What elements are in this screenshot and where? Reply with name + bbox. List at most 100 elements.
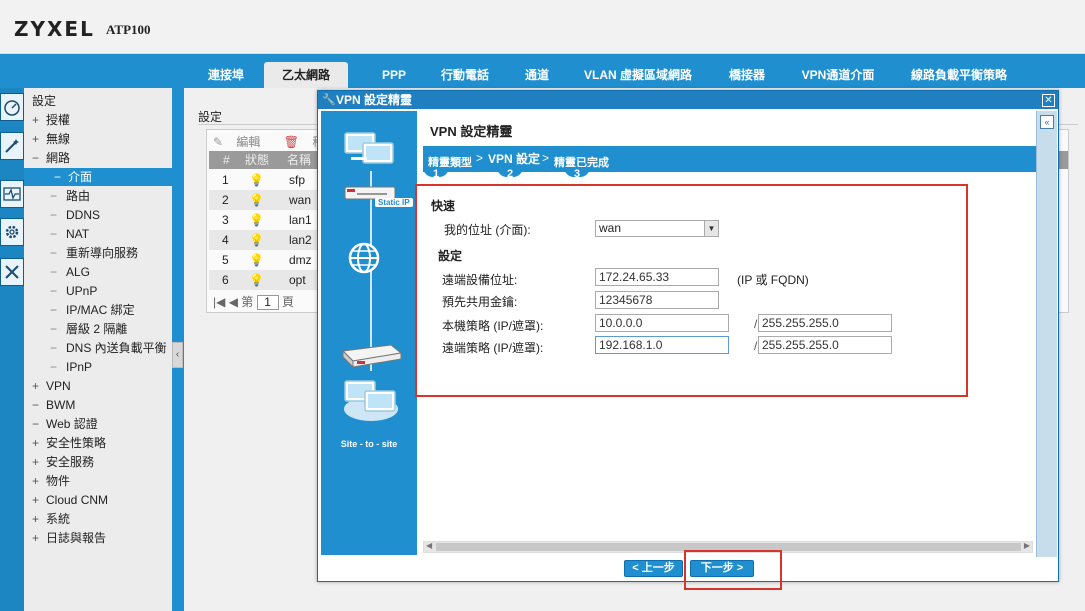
row-num: 1 bbox=[222, 173, 229, 187]
gear-icon[interactable] bbox=[0, 218, 24, 246]
table-row[interactable]: 2 💡 wan bbox=[209, 190, 329, 210]
table-row[interactable]: 4 💡 lan2 bbox=[209, 230, 329, 250]
column-header-num[interactable]: # bbox=[223, 151, 230, 169]
step-separator: > bbox=[542, 151, 550, 165]
sidebar-item-web-auth[interactable]: − Web 認證 bbox=[32, 415, 98, 433]
status-bulb-icon: 💡 bbox=[249, 213, 264, 227]
sidebar-item-upnp[interactable]: − UPnP bbox=[50, 282, 97, 300]
status-bulb-icon: 💡 bbox=[249, 233, 264, 247]
scroll-right-icon[interactable]: ▶ bbox=[1024, 541, 1030, 550]
sidebar-collapse-handle[interactable]: ‹ bbox=[172, 342, 183, 368]
sidebar-item-object[interactable]: + 物件 bbox=[32, 472, 70, 490]
pager-prefix: 第 bbox=[241, 295, 254, 309]
tab-tunnel[interactable]: 通道 bbox=[514, 62, 560, 88]
sidebar-item-bwm[interactable]: − BWM bbox=[32, 396, 75, 414]
wizard-illustration: Static IP Site - to - site bbox=[321, 111, 417, 555]
sidebar-item-security-service[interactable]: + 安全服務 bbox=[32, 453, 94, 471]
sidebar-item-dns-inbound-lb[interactable]: − DNS 內送負載平衡 bbox=[50, 339, 167, 357]
table-row[interactable]: 1 💡 sfp bbox=[209, 170, 329, 190]
top-header: ZYXEL ATP100 bbox=[0, 0, 1085, 54]
sidebar-item-routing[interactable]: − 路由 bbox=[50, 187, 90, 205]
row-name: dmz bbox=[289, 253, 312, 267]
tab-trunk[interactable]: 線路負載平衡策略 bbox=[902, 62, 1016, 88]
sidebar-item-ipnp[interactable]: − IPnP bbox=[50, 358, 92, 376]
tab-port[interactable]: 連接埠 bbox=[196, 62, 256, 88]
wizard-steps: 精靈類型 > VPN 設定 > 精靈已完成 1 2 3 bbox=[423, 146, 1037, 180]
wizard-heading: VPN 設定精靈 bbox=[430, 124, 513, 139]
row-name: wan bbox=[289, 193, 312, 207]
tab-vpn-tunnel-interface[interactable]: VPN通道介面 bbox=[792, 62, 884, 88]
left-icon-strip bbox=[0, 88, 24, 611]
tools-icon[interactable] bbox=[0, 258, 24, 286]
wizard-content: VPN 設定精靈 精靈類型 > VPN 設定 > 精靈已完成 1 2 3 快速 … bbox=[415, 111, 1037, 561]
dashboard-icon[interactable] bbox=[0, 93, 24, 121]
step-separator: > bbox=[476, 151, 484, 165]
status-bulb-icon: 💡 bbox=[249, 193, 264, 207]
prev-button[interactable]: < 上一步 bbox=[624, 560, 683, 577]
tab-vlan[interactable]: VLAN 虛擬區域網路 bbox=[576, 62, 700, 88]
trash-icon: 🗑 bbox=[283, 135, 299, 149]
table-row[interactable]: 3 💡 lan1 bbox=[209, 210, 329, 230]
sidebar-item-redirect-service[interactable]: − 重新導向服務 bbox=[50, 244, 138, 262]
sidebar-item-ddns[interactable]: − DDNS bbox=[50, 206, 100, 224]
sidebar-item-wireless[interactable]: + 無線 bbox=[32, 130, 70, 148]
step-2-label: VPN 設定 bbox=[488, 152, 541, 166]
sidebar-item-log-report[interactable]: + 日誌與報告 bbox=[32, 529, 106, 547]
status-bulb-icon: 💡 bbox=[249, 253, 264, 267]
table-row[interactable]: 5 💡 dmz bbox=[209, 250, 329, 270]
page-input[interactable]: 1 bbox=[256, 295, 279, 310]
sidebar-tree: 設定 + 授權 + 無線 − 網路 − 介面 − 路由 − DDNS − NAT − 重新導向服… bbox=[24, 88, 172, 611]
computers-icon bbox=[344, 132, 394, 164]
step-1-number: 1 bbox=[423, 167, 449, 180]
collapse-panel-icon[interactable]: « bbox=[1040, 115, 1054, 129]
sidebar-title: 設定 bbox=[32, 94, 57, 108]
highlight-box-form bbox=[415, 184, 968, 397]
sidebar-item-ip-mac-binding[interactable]: − IP/MAC 綁定 bbox=[50, 301, 135, 319]
sidebar-item-license[interactable]: + 授權 bbox=[32, 111, 70, 129]
prev-page-button[interactable]: ◀ bbox=[229, 295, 238, 309]
sidebar-item-vpn[interactable]: + VPN bbox=[32, 377, 71, 395]
tab-ethernet[interactable]: 乙太網路 bbox=[264, 62, 348, 88]
wand-icon[interactable] bbox=[0, 132, 24, 160]
tab-cellular[interactable]: 行動電話 bbox=[432, 62, 498, 88]
step-3-number: 3 bbox=[564, 167, 590, 180]
sidebar-item-cloud-cnm[interactable]: + Cloud CNM bbox=[32, 491, 108, 509]
tab-bridge[interactable]: 橋接器 bbox=[718, 62, 776, 88]
static-ip-badge: Static IP bbox=[375, 198, 413, 207]
column-header-name[interactable]: 名稱 bbox=[287, 151, 311, 169]
row-name: lan1 bbox=[289, 213, 312, 227]
row-num: 5 bbox=[222, 253, 229, 267]
section-title: 設定 bbox=[198, 110, 223, 124]
brand-logo: ZYXEL bbox=[14, 17, 95, 41]
row-name: sfp bbox=[289, 173, 306, 187]
sidebar-item-nat[interactable]: − NAT bbox=[50, 225, 89, 243]
row-num: 6 bbox=[222, 273, 229, 287]
highlight-box-next bbox=[684, 550, 782, 590]
first-page-button[interactable]: |◀ bbox=[213, 295, 225, 309]
collapsed-side-panel: « bbox=[1036, 111, 1057, 557]
row-num: 3 bbox=[222, 213, 229, 227]
tab-ppp[interactable]: PPP bbox=[372, 62, 416, 88]
sidebar-item-network[interactable]: − 網路 bbox=[32, 149, 70, 167]
edit-icon: ✎ bbox=[213, 135, 224, 149]
close-icon[interactable]: ✕ bbox=[1042, 94, 1055, 107]
device-model: ATP100 bbox=[106, 22, 151, 37]
wizard-icon: 🔧 bbox=[322, 94, 336, 106]
sidebar-item-interface[interactable]: − 介面 bbox=[24, 168, 172, 186]
sidebar-item-security-policy[interactable]: + 安全性策略 bbox=[32, 434, 106, 452]
column-header-status[interactable]: 狀態 bbox=[245, 151, 269, 169]
remote-computers-icon bbox=[344, 380, 398, 421]
sidebar-item-layer2-isolation[interactable]: − 層級 2 隔離 bbox=[50, 320, 127, 338]
router-remote-icon bbox=[341, 344, 403, 369]
scroll-left-icon[interactable]: ◀ bbox=[426, 541, 432, 550]
dialog-titlebar: 🔧 VPN 設定精靈 bbox=[318, 91, 1058, 109]
sidebar-item-alg[interactable]: − ALG bbox=[50, 263, 90, 281]
globe-icon bbox=[348, 242, 380, 274]
table-row[interactable]: 6 💡 opt bbox=[209, 270, 329, 290]
edit-button[interactable]: ✎ 編輯 bbox=[213, 135, 270, 149]
sidebar-item-system[interactable]: + 系統 bbox=[32, 510, 70, 528]
table-pager: |◀ ◀ 第 1 頁 bbox=[213, 293, 294, 310]
step-2-number: 2 bbox=[497, 167, 523, 180]
monitor-icon[interactable] bbox=[0, 180, 24, 208]
row-name: opt bbox=[289, 273, 306, 287]
